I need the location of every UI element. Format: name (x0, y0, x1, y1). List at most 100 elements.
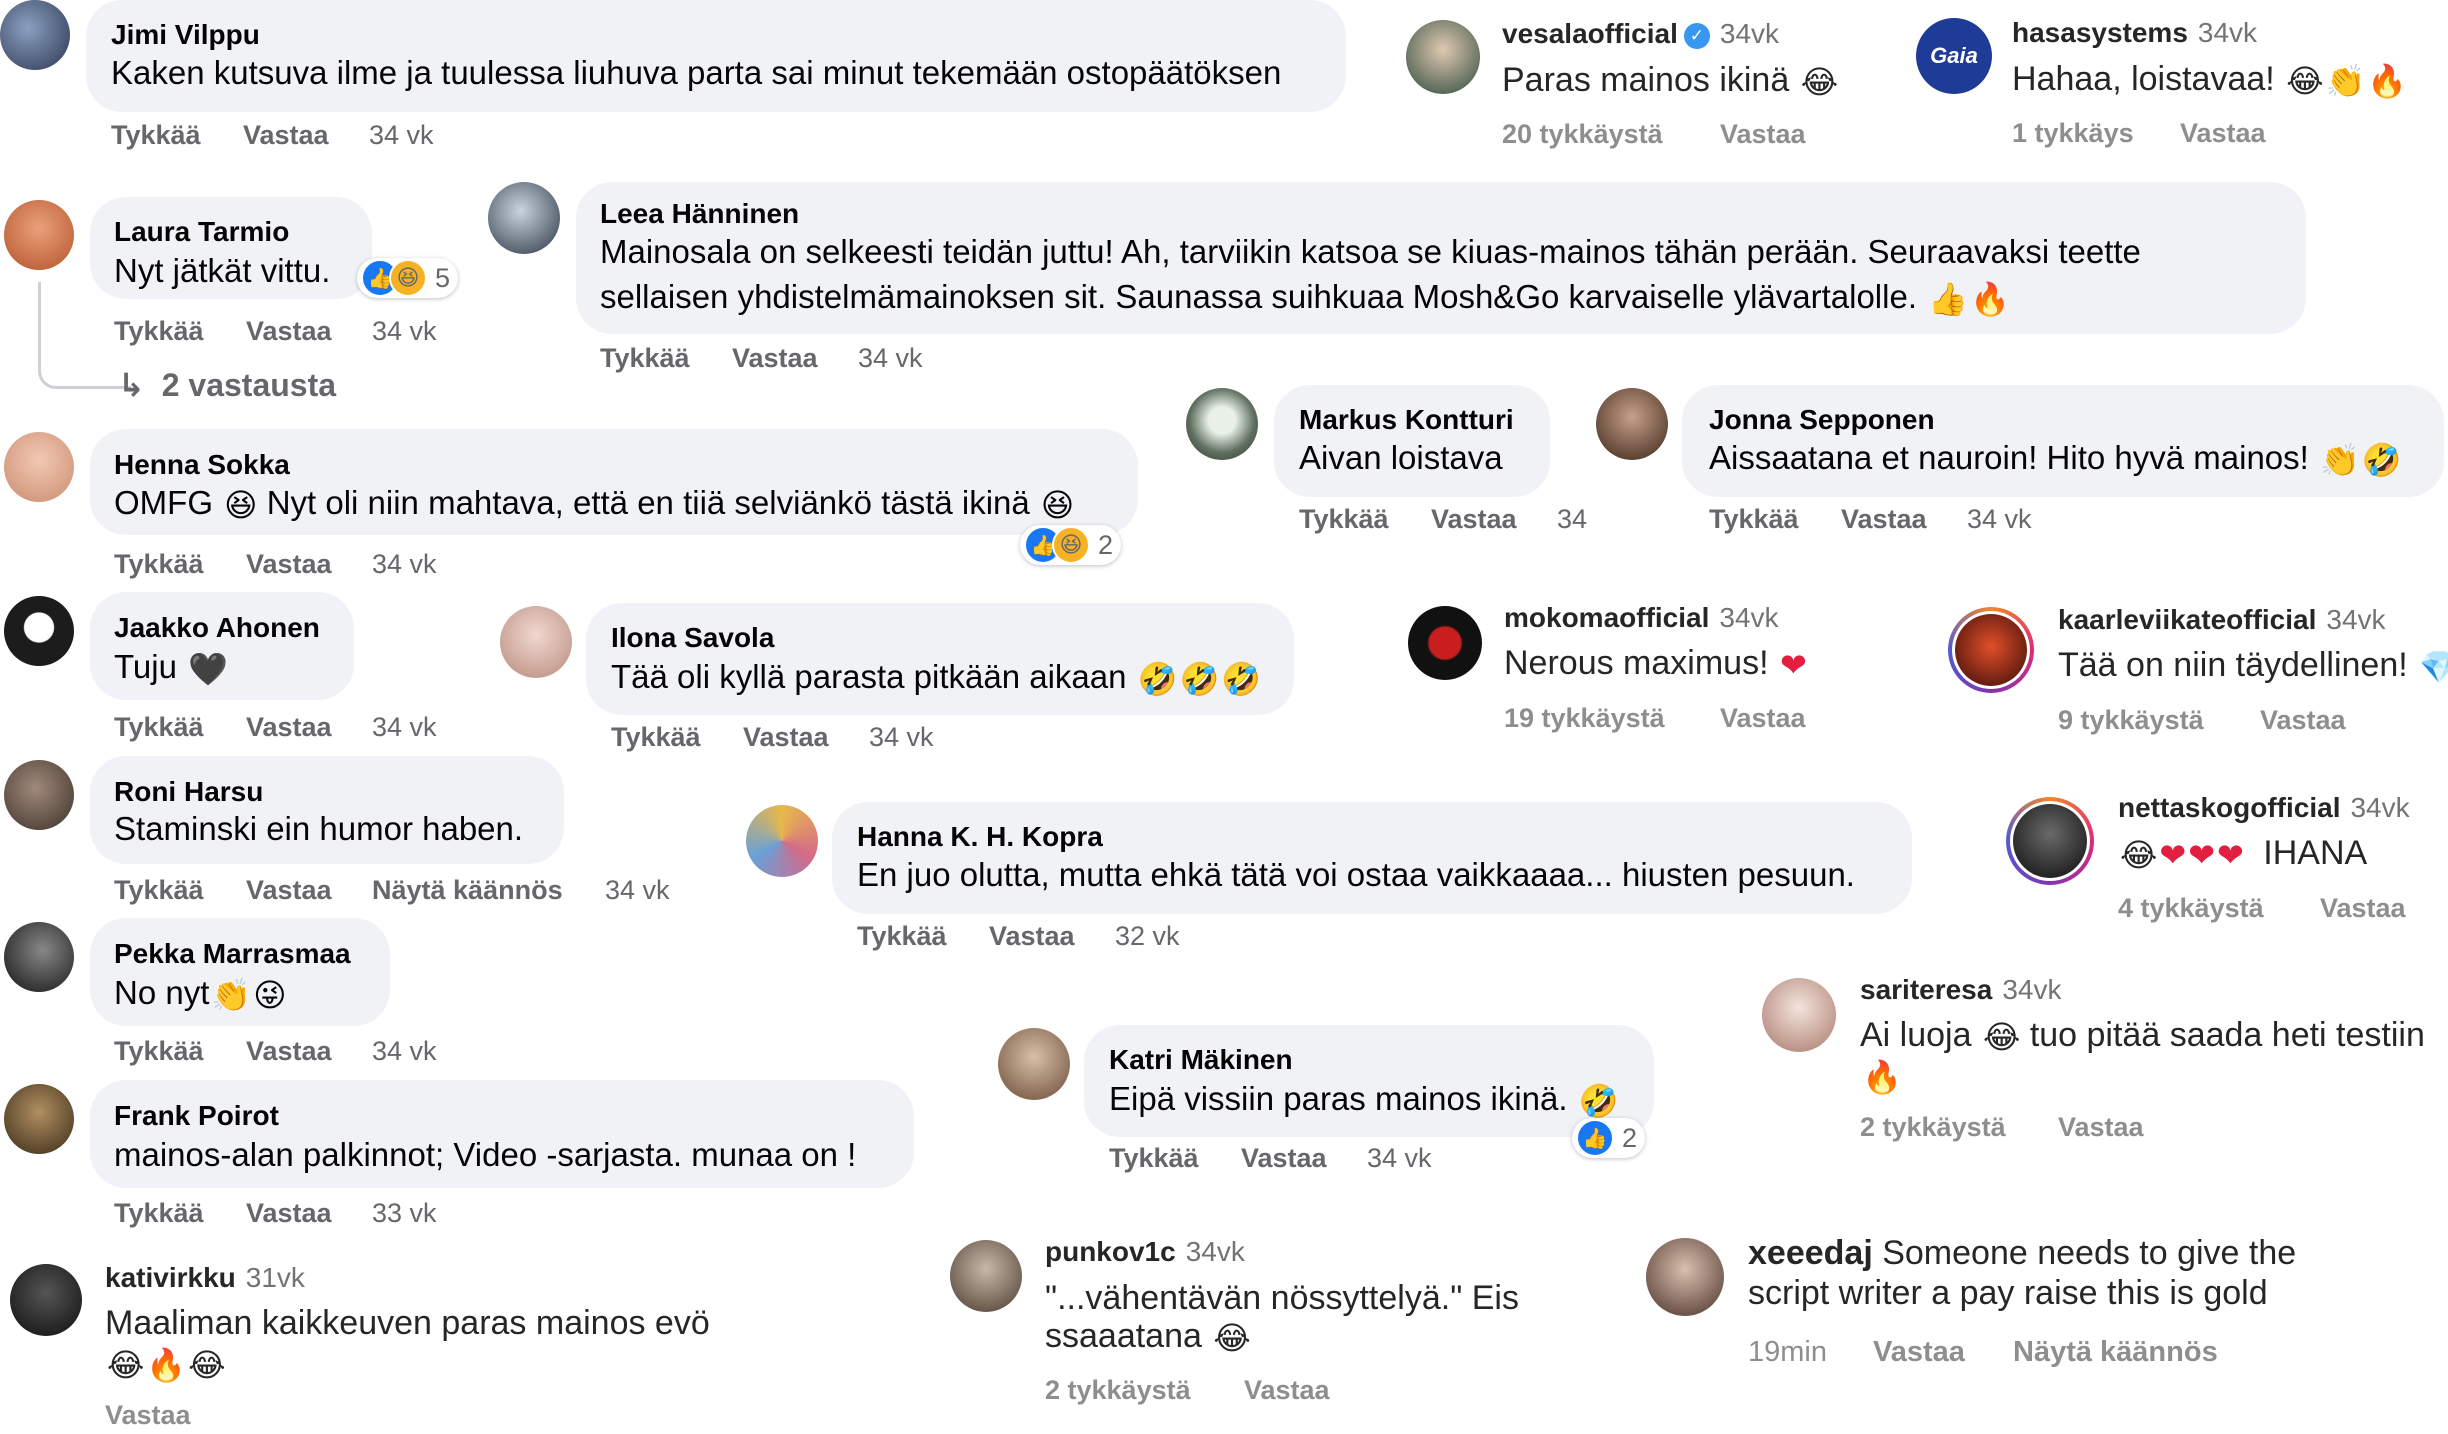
comment-time[interactable]: 34 vk (372, 549, 437, 580)
like-button[interactable]: Tykkää (1299, 504, 1389, 535)
comment-time[interactable]: 34 vk (605, 875, 670, 906)
comment-author[interactable]: Laura Tarmio (114, 216, 289, 248)
comment-time[interactable]: 34 vk (1367, 1143, 1432, 1174)
avatar[interactable] (1406, 20, 1480, 94)
avatar[interactable] (4, 596, 74, 666)
comment-author[interactable]: vesalaofficial ✓ 34vk (1502, 18, 1779, 50)
like-button[interactable]: Tykkää (857, 921, 947, 952)
comment-author[interactable]: mokomaofficial 34vk (1504, 602, 1779, 634)
reply-button[interactable]: Vastaa (105, 1400, 191, 1431)
translate-button[interactable]: Näytä käännös (2013, 1336, 2218, 1369)
avatar[interactable] (488, 182, 560, 254)
comment-author[interactable]: Leea Hänninen (600, 198, 799, 230)
avatar[interactable] (4, 1084, 74, 1154)
reply-button[interactable]: Vastaa (989, 921, 1075, 952)
like-count[interactable]: 2 tykkäystä (1860, 1112, 2006, 1143)
avatar[interactable] (746, 805, 818, 877)
comment-time[interactable]: 34 vk (1967, 504, 2032, 535)
reply-button[interactable]: Vastaa (1431, 504, 1517, 535)
avatar[interactable] (500, 606, 572, 678)
comment-author[interactable]: sariteresa 34vk (1860, 974, 2062, 1006)
reply-button[interactable]: Vastaa (1873, 1336, 1965, 1369)
like-button[interactable]: Tykkää (114, 712, 204, 743)
comment-time[interactable]: 34 vk (372, 316, 437, 347)
avatar[interactable] (998, 1028, 1070, 1100)
comment-time[interactable]: 34 (1557, 504, 1587, 535)
reply-button[interactable]: Vastaa (243, 120, 329, 151)
comment-author[interactable]: Pekka Marrasmaa (114, 938, 351, 970)
reply-button[interactable]: Vastaa (246, 1198, 332, 1229)
comment-author[interactable]: Roni Harsu (114, 776, 263, 808)
reply-button[interactable]: Vastaa (1841, 504, 1927, 535)
reply-button[interactable]: Vastaa (2320, 893, 2406, 924)
comment-time[interactable]: 33 vk (372, 1198, 437, 1229)
comment-author[interactable]: Hanna K. H. Kopra (857, 821, 1103, 853)
view-replies-link[interactable]: ↳ 2 vastausta (118, 366, 336, 404)
reply-button[interactable]: Vastaa (2260, 705, 2346, 736)
reply-button[interactable]: Vastaa (1244, 1375, 1330, 1406)
comment-author[interactable]: Jonna Sepponen (1709, 404, 1935, 436)
like-button[interactable]: Tykkää (600, 343, 690, 374)
avatar[interactable] (10, 1264, 82, 1336)
avatar[interactable] (1596, 388, 1668, 460)
like-button[interactable]: Tykkää (114, 1198, 204, 1229)
avatar[interactable] (4, 760, 74, 830)
comment-author[interactable]: Jimi Vilppu (111, 19, 260, 51)
translate-button[interactable]: Näytä käännös (372, 875, 563, 906)
comment-time[interactable]: 34 vk (858, 343, 923, 374)
like-count[interactable]: 20 tykkäystä (1502, 119, 1663, 150)
comment-author[interactable]: punkov1c 34vk (1045, 1236, 1245, 1268)
avatar[interactable] (4, 432, 74, 502)
like-count[interactable]: 2 tykkäystä (1045, 1375, 1191, 1406)
reaction-summary[interactable]: 👍 2 (1572, 1118, 1646, 1158)
reply-button[interactable]: Vastaa (246, 1036, 332, 1067)
reply-button[interactable]: Vastaa (246, 549, 332, 580)
reply-button[interactable]: Vastaa (2180, 118, 2266, 149)
avatar[interactable] (1646, 1238, 1724, 1316)
comment-author[interactable]: Katri Mäkinen (1109, 1044, 1293, 1076)
avatar[interactable] (1955, 614, 2027, 686)
comment-time[interactable]: 34 vk (869, 722, 934, 753)
avatar[interactable] (1186, 388, 1258, 460)
comment-time[interactable]: 34 vk (372, 1036, 437, 1067)
brand-logo[interactable]: Gaia (1916, 18, 1992, 94)
comment-author[interactable]: Jaakko Ahonen (114, 612, 320, 644)
like-button[interactable]: Tykkää (114, 316, 204, 347)
comment-author[interactable]: Frank Poirot (114, 1100, 279, 1132)
like-button[interactable]: Tykkää (114, 549, 204, 580)
comment-time[interactable]: 34 vk (369, 120, 434, 151)
reply-button[interactable]: Vastaa (1720, 703, 1806, 734)
comment-author[interactable]: kaarleviikateofficial 34vk (2058, 604, 2386, 636)
comment-author[interactable]: Markus Kontturi (1299, 404, 1514, 436)
comment-author[interactable]: nettaskogofficial 34vk (2118, 792, 2410, 824)
comment-author[interactable]: hasasystems 34vk (2012, 17, 2257, 49)
like-count[interactable]: 1 tykkäys (2012, 118, 2134, 149)
comment-author[interactable]: kativirkku 31vk (105, 1262, 305, 1294)
avatar[interactable] (4, 922, 74, 992)
comment-time[interactable]: 32 vk (1115, 921, 1180, 952)
comment-author[interactable]: Henna Sokka (114, 449, 290, 481)
like-button[interactable]: Tykkää (1709, 504, 1799, 535)
reply-button[interactable]: Vastaa (2058, 1112, 2144, 1143)
avatar[interactable] (4, 200, 74, 270)
like-count[interactable]: 9 tykkäystä (2058, 705, 2204, 736)
like-button[interactable]: Tykkää (611, 722, 701, 753)
reply-button[interactable]: Vastaa (732, 343, 818, 374)
like-button[interactable]: Tykkää (111, 120, 201, 151)
like-button[interactable]: Tykkää (114, 1036, 204, 1067)
like-button[interactable]: Tykkää (114, 875, 204, 906)
reaction-summary[interactable]: 👍 😆 5 (357, 258, 459, 298)
like-count[interactable]: 4 tykkäystä (2118, 893, 2264, 924)
reply-button[interactable]: Vastaa (246, 875, 332, 906)
reply-button[interactable]: Vastaa (246, 316, 332, 347)
avatar[interactable] (1762, 978, 1836, 1052)
avatar[interactable] (2013, 804, 2087, 878)
avatar[interactable] (1408, 606, 1482, 680)
reply-button[interactable]: Vastaa (1720, 119, 1806, 150)
comment-author[interactable]: Ilona Savola (611, 622, 774, 654)
like-button[interactable]: Tykkää (1109, 1143, 1199, 1174)
like-count[interactable]: 19 tykkäystä (1504, 703, 1665, 734)
avatar[interactable] (950, 1240, 1022, 1312)
reply-button[interactable]: Vastaa (1241, 1143, 1327, 1174)
avatar[interactable] (0, 0, 70, 70)
